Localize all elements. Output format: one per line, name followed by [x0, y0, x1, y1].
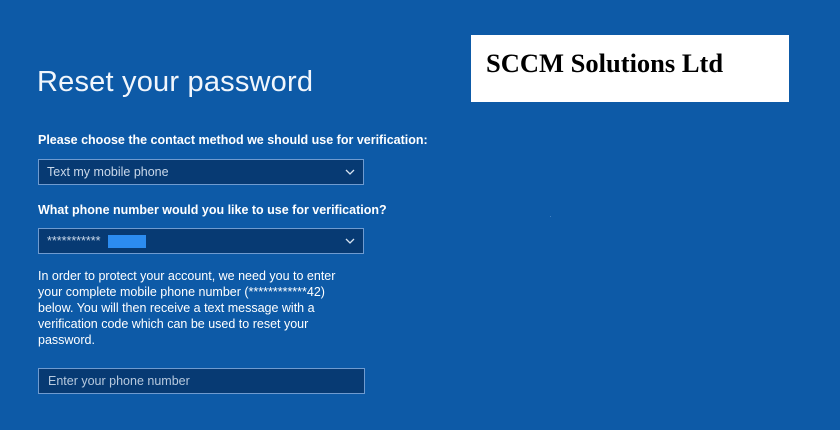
artifact-dot: [550, 216, 551, 217]
page-title: Reset your password: [37, 66, 314, 98]
chevron-down-icon: [345, 169, 355, 175]
contact-method-label: Please choose the contact method we shou…: [38, 133, 428, 147]
phone-number-label: What phone number would you like to use …: [38, 203, 387, 217]
watermark-logo: SCCM Solutions Ltd: [471, 35, 789, 102]
verification-instructions: In order to protect your account, we nee…: [38, 269, 336, 347]
redaction-block: [108, 235, 146, 248]
phone-number-select[interactable]: ***********: [38, 228, 364, 254]
contact-method-value: Text my mobile phone: [47, 165, 169, 179]
phone-number-input[interactable]: [38, 368, 365, 394]
chevron-down-icon: [345, 238, 355, 244]
watermark-text: SCCM Solutions Ltd: [486, 48, 724, 78]
phone-number-value: ***********: [47, 234, 101, 248]
contact-method-select[interactable]: Text my mobile phone: [38, 159, 364, 185]
